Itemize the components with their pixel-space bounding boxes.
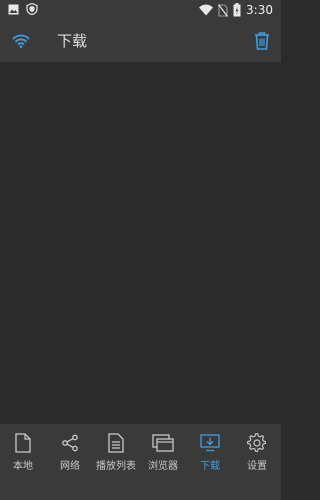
trash-icon[interactable] xyxy=(253,31,271,51)
shield-icon xyxy=(26,3,38,15)
nav-label-local: 本地 xyxy=(13,461,33,472)
settings-icon xyxy=(246,432,268,454)
bottom-nav: 本地 网络 播放列表 浏览器 下载 设置 xyxy=(0,424,281,500)
app-toolbar: 下载 xyxy=(0,20,281,62)
gallery-icon xyxy=(8,4,19,14)
status-bar: 3:30 xyxy=(0,0,281,20)
page-title: 下载 xyxy=(57,32,88,50)
nav-item-local[interactable]: 本地 xyxy=(0,424,46,500)
playlist-icon xyxy=(105,432,127,454)
nav-item-playlist[interactable]: 播放列表 xyxy=(93,424,139,500)
battery-icon xyxy=(233,3,241,17)
nav-label-settings: 设置 xyxy=(247,461,267,472)
wifi-icon xyxy=(199,4,214,16)
nav-item-settings[interactable]: 设置 xyxy=(234,424,280,500)
status-right-icons: 3:30 xyxy=(199,2,273,18)
status-left-icons xyxy=(8,3,38,15)
share-icon xyxy=(59,432,81,454)
status-time: 3:30 xyxy=(246,3,273,17)
nav-item-network[interactable]: 网络 xyxy=(47,424,93,500)
no-sim-icon xyxy=(218,3,229,17)
download-list xyxy=(0,62,281,424)
file-icon xyxy=(12,432,34,454)
browser-icon xyxy=(152,432,174,454)
wifi-icon[interactable] xyxy=(12,32,30,50)
nav-item-download[interactable]: 下载 xyxy=(187,424,233,500)
nav-label-download: 下载 xyxy=(200,461,220,472)
nav-label-playlist: 播放列表 xyxy=(96,461,136,472)
nav-label-browser: 浏览器 xyxy=(148,461,178,472)
nav-item-browser[interactable]: 浏览器 xyxy=(140,424,186,500)
download-icon xyxy=(199,432,221,454)
nav-label-network: 网络 xyxy=(60,461,80,472)
